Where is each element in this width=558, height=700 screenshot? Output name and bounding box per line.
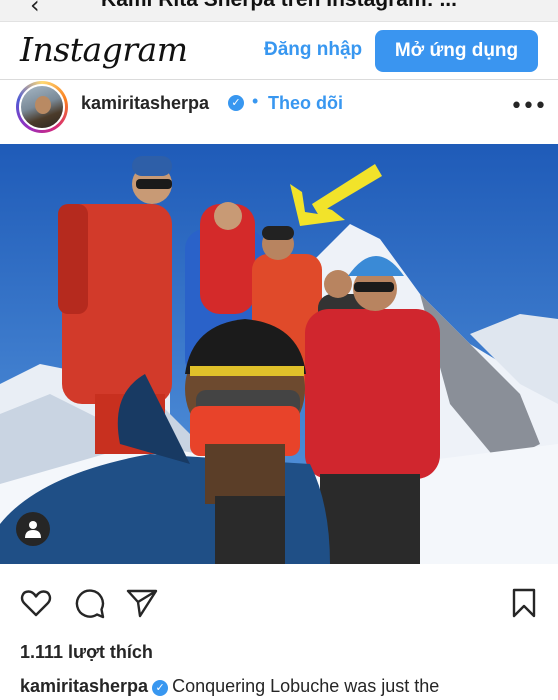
page-title: Kami Rita Sherpa trên Instagram: ... (0, 0, 558, 12)
comment-icon[interactable] (74, 588, 106, 620)
open-app-button[interactable]: Mở ứng dụng (375, 30, 538, 72)
separator-dot: • (252, 91, 259, 111)
send-icon[interactable] (126, 588, 158, 618)
bookmark-icon[interactable] (510, 588, 538, 618)
avatar[interactable] (19, 84, 65, 130)
verified-check-icon: ✓ (152, 680, 169, 696)
story-ring[interactable] (16, 81, 68, 133)
caption-username[interactable]: kamiritasherpa (20, 676, 148, 696)
browser-title-bar: ‹ Kami Rita Sherpa trên Instagram: ... (0, 0, 558, 22)
post-header: kamiritasherpa ✓ • Theo dõi ••• (0, 80, 558, 144)
follow-button[interactable]: Theo dõi (268, 93, 343, 114)
post-photo[interactable] (0, 144, 558, 564)
post-username[interactable]: kamiritasherpa (81, 93, 209, 114)
more-horizontal-icon[interactable]: ••• (510, 94, 547, 119)
login-link[interactable]: Đăng nhập (264, 39, 362, 61)
heart-icon[interactable] (20, 588, 52, 618)
caption-text: Conquering Lobuche was just the (172, 676, 440, 696)
post-actions (0, 580, 558, 626)
verified-check-icon: ✓ (228, 95, 244, 111)
like-count[interactable]: 1.111 lượt thích (20, 642, 153, 663)
instagram-logo[interactable]: Instagram (20, 30, 188, 69)
post-caption: kamiritasherpa ✓ Conquering Lobuche was ju… (20, 676, 558, 697)
instagram-header: Instagram Đăng nhập Mở ứng dụng (0, 22, 558, 80)
tagged-user-icon[interactable] (16, 512, 50, 546)
